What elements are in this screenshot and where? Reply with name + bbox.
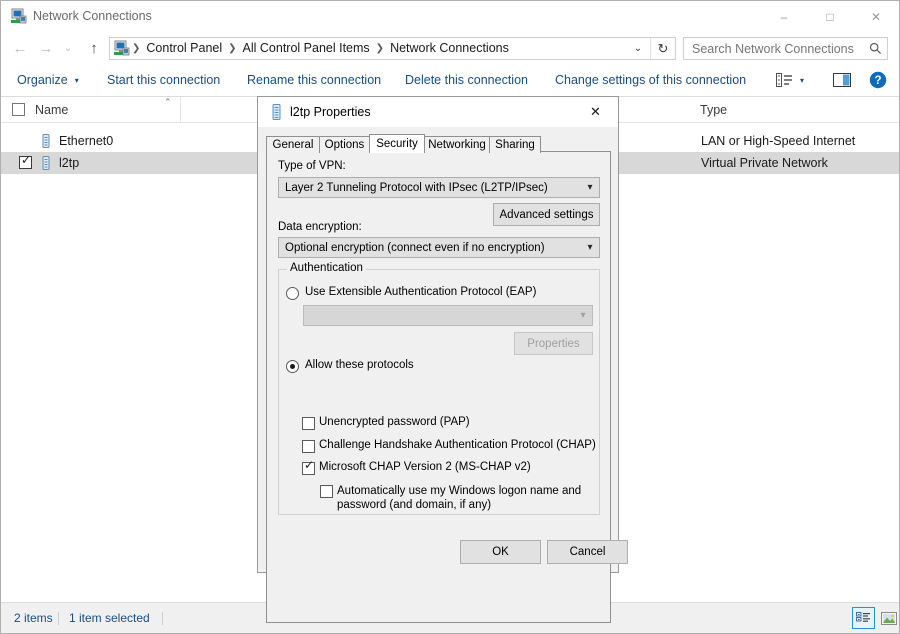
tab-sharing[interactable]: Sharing bbox=[489, 136, 541, 153]
column-header-name[interactable]: Name bbox=[1, 97, 181, 122]
chevron-down-icon: ▾ bbox=[580, 310, 586, 321]
back-button[interactable]: ← bbox=[9, 37, 31, 59]
chevron-down-icon: ▾ bbox=[587, 242, 593, 253]
dialog-titlebar: l2tp Properties ✕ bbox=[258, 97, 618, 127]
address-bar[interactable]: ❯ Control Panel ❯ All Control Panel Item… bbox=[109, 37, 676, 60]
vpn-type-combo[interactable]: Layer 2 Tunneling Protocol with IPsec (L… bbox=[278, 177, 600, 198]
check-icon: ✓ bbox=[21, 153, 32, 167]
connection-name: Ethernet0 bbox=[59, 134, 114, 148]
allow-protocols-radio-label: Allow these protocols bbox=[305, 359, 414, 371]
close-button[interactable]: ✕ bbox=[853, 1, 899, 32]
eap-properties-button: Properties bbox=[514, 332, 593, 355]
search-icon bbox=[863, 42, 887, 55]
breadcrumb-separator: ❯ bbox=[228, 43, 237, 54]
address-bar-icon bbox=[113, 40, 130, 57]
vpn-type-label: Type of VPN: bbox=[278, 160, 346, 172]
recent-locations-button[interactable]: ⌄ bbox=[59, 37, 77, 59]
sort-ascending-icon: ⌃ bbox=[164, 97, 172, 107]
breadcrumb-control-panel[interactable]: Control Panel bbox=[142, 38, 226, 59]
selection-count-label: 1 item selected bbox=[69, 611, 150, 625]
select-all-checkbox[interactable] bbox=[12, 103, 25, 116]
start-connection-button[interactable]: Start this connection bbox=[99, 64, 228, 96]
status-divider bbox=[162, 612, 163, 625]
large-icons-view-button[interactable] bbox=[877, 607, 900, 629]
eap-radio-label: Use Extensible Authentication Protocol (… bbox=[305, 286, 537, 298]
pap-label: Unencrypted password (PAP) bbox=[319, 416, 470, 428]
breadcrumb-network-connections[interactable]: Network Connections bbox=[386, 38, 513, 59]
l2tp-properties-dialog: l2tp Properties ✕ General Options Securi… bbox=[257, 96, 628, 623]
details-view-button[interactable] bbox=[852, 607, 875, 629]
radio-selected-dot bbox=[290, 364, 295, 369]
authentication-group-title: Authentication bbox=[287, 262, 366, 274]
preview-pane-button[interactable] bbox=[828, 67, 856, 93]
vpn-adapter-icon bbox=[38, 155, 54, 171]
auto-logon-label-line1: Automatically use my Windows logon name … bbox=[337, 485, 582, 497]
connection-name: l2tp bbox=[59, 156, 80, 170]
minimize-button[interactable]: – bbox=[761, 1, 807, 32]
ethernet-adapter-icon bbox=[38, 133, 54, 149]
tab-networking[interactable]: Networking bbox=[424, 136, 490, 153]
window-controls: – □ ✕ bbox=[761, 1, 899, 32]
refresh-icon[interactable]: ↻ bbox=[650, 38, 675, 59]
tab-options[interactable]: Options bbox=[319, 136, 370, 153]
mschapv2-checkbox[interactable]: ✓ bbox=[302, 458, 315, 475]
item-count-label: 2 items bbox=[14, 611, 53, 625]
cancel-button[interactable]: Cancel bbox=[547, 540, 628, 564]
column-header-type-label: Type bbox=[700, 102, 728, 117]
rename-connection-button[interactable]: Rename this connection bbox=[239, 64, 389, 96]
organize-button[interactable]: Organize ▾ bbox=[9, 64, 87, 96]
data-encryption-label: Data encryption: bbox=[278, 221, 362, 233]
tab-general[interactable]: General bbox=[266, 136, 320, 153]
vpn-adapter-icon bbox=[270, 104, 283, 120]
breadcrumb-all-control-panel-items[interactable]: All Control Panel Items bbox=[239, 38, 374, 59]
chevron-down-icon: ▾ bbox=[799, 75, 804, 85]
chevron-down-icon: ▾ bbox=[74, 75, 79, 85]
search-input[interactable]: Search Network Connections bbox=[692, 42, 863, 56]
column-header-type[interactable]: Type bbox=[691, 97, 899, 122]
up-button[interactable]: ↑ bbox=[83, 37, 105, 59]
navigation-bar: ← → ⌄ ↑ ❯ Control Panel ❯ All Control Pa… bbox=[1, 32, 899, 64]
vpn-type-value: Layer 2 Tunneling Protocol with IPsec (L… bbox=[285, 181, 548, 194]
advanced-settings-button[interactable]: Advanced settings bbox=[493, 203, 600, 226]
change-settings-button[interactable]: Change settings of this connection bbox=[547, 64, 754, 96]
svg-text:?: ? bbox=[874, 75, 881, 87]
dialog-tabstrip: General Options Security Networking Shar… bbox=[266, 134, 611, 153]
connection-type: LAN or High-Speed Internet bbox=[701, 134, 856, 148]
forward-button[interactable]: → bbox=[35, 37, 57, 59]
pap-checkbox[interactable] bbox=[302, 417, 315, 430]
organize-label: Organize bbox=[17, 73, 68, 87]
eap-method-combo: ▾ bbox=[303, 305, 593, 326]
active-tab-merge bbox=[370, 151, 424, 153]
command-bar: Organize ▾ Start this connection Rename … bbox=[1, 64, 899, 97]
connection-type: Virtual Private Network bbox=[701, 156, 828, 170]
breadcrumb-separator: ❯ bbox=[132, 43, 141, 54]
column-header-name-label: Name bbox=[35, 102, 69, 117]
chap-checkbox[interactable] bbox=[302, 440, 315, 453]
auto-logon-checkbox[interactable] bbox=[320, 485, 333, 498]
auto-logon-label-line2: password (and domain, if any) bbox=[337, 499, 492, 511]
ok-button[interactable]: OK bbox=[460, 540, 541, 564]
data-encryption-combo[interactable]: Optional encryption (connect even if no … bbox=[278, 237, 600, 258]
search-box[interactable]: Search Network Connections bbox=[683, 37, 888, 60]
eap-radio[interactable] bbox=[286, 287, 299, 300]
maximize-button[interactable]: □ bbox=[807, 1, 853, 32]
window-titlebar: Network Connections – □ ✕ bbox=[1, 1, 899, 32]
help-button[interactable]: ? bbox=[865, 67, 891, 93]
allow-protocols-radio[interactable] bbox=[286, 360, 299, 373]
change-view-button[interactable]: ▾ bbox=[770, 67, 810, 93]
chap-label: Challenge Handshake Authentication Proto… bbox=[319, 439, 596, 451]
dialog-title: l2tp Properties bbox=[290, 105, 371, 119]
mschapv2-label: Microsoft CHAP Version 2 (MS-CHAP v2) bbox=[319, 461, 531, 473]
check-icon: ✓ bbox=[304, 458, 315, 472]
breadcrumb-separator: ❯ bbox=[375, 43, 385, 54]
status-divider bbox=[58, 612, 59, 625]
window-title: Network Connections bbox=[33, 9, 152, 23]
chevron-down-icon[interactable]: ⌄ bbox=[627, 38, 649, 59]
row-checkbox[interactable]: ✓ bbox=[19, 153, 32, 169]
data-encryption-value: Optional encryption (connect even if no … bbox=[285, 241, 545, 254]
network-connections-icon bbox=[10, 8, 27, 25]
dialog-close-button[interactable]: ✕ bbox=[573, 97, 618, 127]
delete-connection-button[interactable]: Delete this connection bbox=[397, 64, 536, 96]
chevron-down-icon: ▾ bbox=[587, 182, 593, 193]
